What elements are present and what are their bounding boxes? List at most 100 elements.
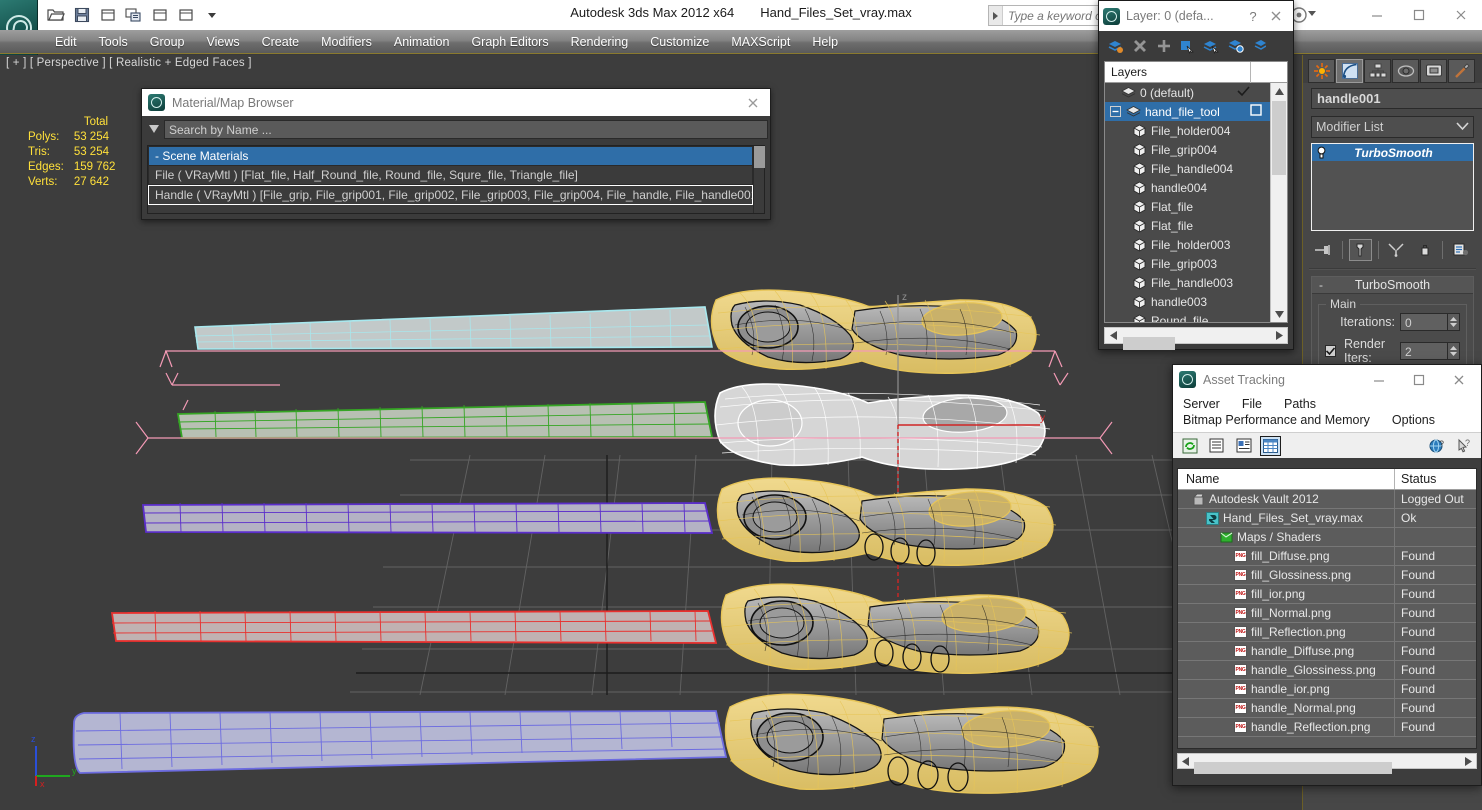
set-current-layer-icon[interactable] — [1201, 35, 1223, 56]
maximize-button[interactable] — [1399, 367, 1439, 393]
material-search-input[interactable]: Search by Name ... — [164, 119, 768, 139]
asset-row[interactable]: Hand_Files_Set_vray.max Ok — [1178, 509, 1476, 528]
menu-paths[interactable]: Paths — [1282, 396, 1318, 412]
modify-tab[interactable] — [1336, 58, 1363, 83]
remove-modifier-icon[interactable] — [1413, 239, 1436, 261]
close-button[interactable] — [1439, 367, 1479, 393]
grid-view-icon[interactable] — [1260, 435, 1281, 456]
asset-row[interactable]: handle_Reflection.png Found — [1178, 718, 1476, 737]
modifier-stack[interactable]: TurboSmooth — [1311, 143, 1474, 231]
motion-tab[interactable] — [1392, 58, 1419, 83]
iterations-spinner-arrows[interactable] — [1448, 313, 1460, 331]
layer-vertical-scrollbar[interactable] — [1270, 83, 1287, 322]
layer-row[interactable]: Flat_file — [1105, 197, 1270, 216]
object-handle-white-2[interactable] — [714, 383, 1051, 471]
material-row-file[interactable]: File ( VRayMtl ) [Flat_file, Half_Round_… — [148, 166, 753, 185]
asset-row[interactable]: handle_ior.png Found — [1178, 680, 1476, 699]
menu-customize[interactable]: Customize — [639, 32, 720, 52]
object-name-field[interactable] — [1311, 88, 1482, 109]
rollout-collapse-glyph[interactable]: - — [1312, 278, 1330, 292]
object-round-file-blue[interactable] — [72, 710, 728, 774]
object-triangle-file-red[interactable] — [110, 610, 718, 644]
layer-list[interactable]: 0 (default) hand_file_tool File_holder004 F… — [1105, 83, 1270, 322]
asset-row[interactable]: fill_Normal.png Found — [1178, 604, 1476, 623]
scrollbar-thumb[interactable] — [1123, 336, 1175, 350]
add-selection-to-layer-icon[interactable] — [1153, 35, 1175, 56]
menu-create[interactable]: Create — [251, 32, 311, 52]
display-tab[interactable] — [1420, 58, 1447, 83]
redo-icon[interactable] — [122, 3, 146, 27]
scrollbar-thumb[interactable] — [754, 146, 765, 168]
filter-dropdown-icon[interactable] — [144, 124, 164, 134]
menu-file[interactable]: File — [1240, 396, 1264, 412]
search-dropdown-icon[interactable] — [989, 6, 1003, 25]
maximize-button[interactable] — [1398, 0, 1440, 30]
layer-properties-icon[interactable] — [1225, 35, 1247, 56]
render-iters-spinner[interactable]: 2 — [1400, 342, 1460, 360]
refresh-icon[interactable] — [1179, 436, 1200, 456]
scroll-right-icon[interactable] — [1271, 331, 1287, 340]
menu-edit[interactable]: Edit — [44, 32, 88, 52]
menu-maxscript[interactable]: MAXScript — [720, 32, 801, 52]
menu-rendering[interactable]: Rendering — [560, 32, 640, 52]
asset-row[interactable]: handle_Diffuse.png Found — [1178, 642, 1476, 661]
column-header-name[interactable]: Name — [1178, 469, 1394, 489]
material-row-handle[interactable]: Handle ( VRayMtl ) [File_grip, File_grip… — [148, 185, 753, 205]
minimize-button[interactable] — [1359, 367, 1399, 393]
layer-row[interactable]: Flat_file — [1105, 216, 1270, 235]
asset-row[interactable]: fill_Diffuse.png Found — [1178, 547, 1476, 566]
iterations-spinner[interactable]: 0 — [1400, 313, 1460, 331]
menu-group[interactable]: Group — [139, 32, 196, 52]
help-globe-icon[interactable]: ? — [1427, 436, 1448, 456]
object-square-file-purple[interactable] — [141, 502, 714, 534]
menu-modifiers[interactable]: Modifiers — [310, 32, 383, 52]
scrollbar-thumb[interactable] — [1272, 101, 1286, 175]
workspace-dropdown-icon[interactable] — [1308, 11, 1316, 16]
save-file-icon[interactable] — [70, 3, 94, 27]
layer-visibility-toggle[interactable] — [1250, 104, 1262, 119]
menu-graph-editors[interactable]: Graph Editors — [460, 32, 559, 52]
create-new-layer-icon[interactable] — [1105, 35, 1127, 56]
layer-row[interactable]: handle004 — [1105, 178, 1270, 197]
modifier-stack-item-turbosmooth[interactable]: TurboSmooth — [1312, 144, 1473, 161]
open-file-icon[interactable] — [44, 3, 68, 27]
menu-options[interactable]: Options — [1390, 412, 1437, 428]
list-view-icon[interactable] — [1206, 436, 1227, 456]
close-button[interactable] — [1440, 0, 1482, 30]
asset-row[interactable]: fill_Glossiness.png Found — [1178, 566, 1476, 585]
render-iters-spinner-arrows[interactable] — [1448, 342, 1460, 360]
delete-layer-icon[interactable] — [1129, 35, 1151, 56]
layer-row[interactable]: hand_file_tool — [1105, 102, 1270, 121]
qat-dropdown-icon[interactable] — [200, 3, 224, 27]
close-icon[interactable] — [1263, 9, 1289, 23]
configure-modifier-sets-icon[interactable] — [1449, 239, 1472, 261]
layer-row[interactable]: 0 (default) — [1105, 83, 1270, 102]
layer-row[interactable]: handle003 — [1105, 292, 1270, 311]
layer-manager-dialog[interactable]: Layer: 0 (defa... ? Layers 0 (default) h… — [1098, 0, 1294, 350]
menu-views[interactable]: Views — [195, 32, 250, 52]
material-list-scrollbar[interactable] — [753, 146, 765, 213]
scroll-up-icon[interactable] — [1271, 83, 1287, 99]
layer-row[interactable]: File_grip004 — [1105, 140, 1270, 159]
set-project-folder-icon[interactable] — [174, 3, 198, 27]
scroll-left-icon[interactable] — [1105, 331, 1121, 340]
scroll-right-icon[interactable] — [1461, 756, 1476, 766]
asset-tracking-dialog[interactable]: Asset Tracking Server File Paths Bitmap … — [1172, 364, 1482, 786]
material-browser-search-row[interactable]: Search by Name ... — [144, 119, 768, 139]
create-tab[interactable] — [1308, 58, 1335, 83]
menu-tools[interactable]: Tools — [88, 32, 139, 52]
asset-row[interactable]: Maps / Shaders — [1178, 528, 1476, 547]
select-objects-in-layer-icon[interactable] — [1177, 35, 1199, 56]
undo-icon[interactable] — [96, 3, 120, 27]
more-layer-options-icon[interactable] — [1249, 35, 1271, 56]
layer-row[interactable]: File_handle004 — [1105, 159, 1270, 178]
scroll-left-icon[interactable] — [1178, 756, 1193, 766]
menu-animation[interactable]: Animation — [383, 32, 461, 52]
asset-table[interactable]: Name Status Autodesk Vault 2012 Logged Ou… — [1177, 468, 1477, 749]
object-handle-yellow-3[interactable] — [716, 477, 1057, 567]
menu-server[interactable]: Server — [1181, 396, 1222, 412]
thumbnail-view-icon[interactable] — [1233, 436, 1254, 456]
layer-row[interactable]: File_handle003 — [1105, 273, 1270, 292]
hierarchy-tab[interactable] — [1364, 58, 1391, 83]
material-browser-titlebar[interactable]: Material/Map Browser — [142, 89, 770, 116]
